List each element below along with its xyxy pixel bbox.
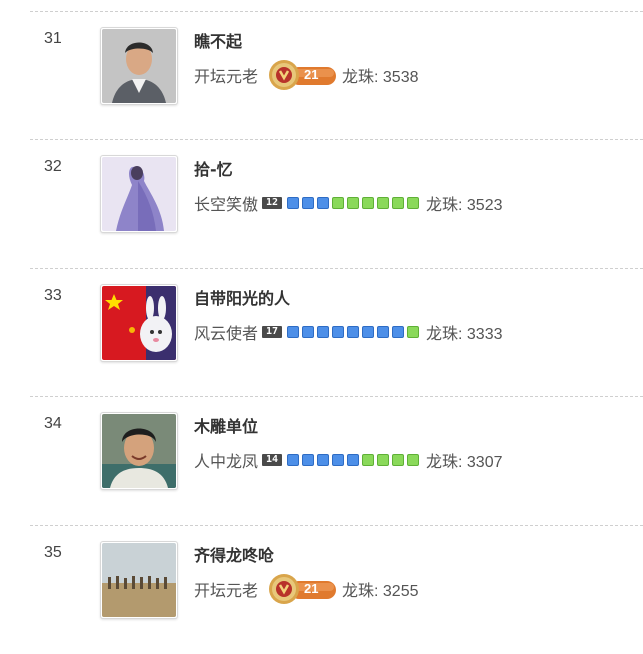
level-badge: 14 bbox=[262, 454, 283, 466]
user-name[interactable]: 木雕单位 bbox=[194, 413, 258, 437]
level-badge: 17 bbox=[262, 326, 283, 338]
list-item: 32 拾-忆 长空笑傲 12 龙珠: 3523 bbox=[30, 139, 643, 268]
pearl-count: 龙珠: 3255 bbox=[342, 583, 419, 600]
medal-level: 21 bbox=[304, 581, 319, 596]
user-title: 人中龙凤 bbox=[194, 452, 259, 471]
progress-block bbox=[392, 197, 405, 209]
progress-block bbox=[287, 454, 300, 466]
pearl-count: 龙珠: 3307 bbox=[426, 454, 503, 471]
rank-number: 31 bbox=[44, 30, 62, 47]
user-name[interactable]: 自带阳光的人 bbox=[194, 285, 290, 309]
rank-number: 32 bbox=[44, 158, 62, 175]
user-meta: 开坛元老 21 龙珠: 3255 bbox=[194, 574, 419, 604]
medal-badge-icon: 21 bbox=[266, 58, 338, 92]
avatar[interactable] bbox=[100, 541, 178, 619]
list-item: 31 瞧不起 开坛元老 21 龙珠: 3538 bbox=[30, 11, 643, 140]
progress-block bbox=[392, 326, 405, 338]
progress-block bbox=[377, 197, 390, 209]
user-meta: 开坛元老 21 龙珠: 3538 bbox=[194, 60, 419, 90]
avatar[interactable] bbox=[100, 412, 178, 490]
avatar-image bbox=[102, 286, 176, 360]
list-item: 34 木雕单位 人中龙凤 14 龙珠: 3307 bbox=[30, 396, 643, 525]
level-progress-blocks bbox=[287, 197, 422, 209]
progress-block bbox=[407, 454, 420, 466]
progress-block bbox=[287, 326, 300, 338]
leaderboard-list: 31 瞧不起 开坛元老 21 龙珠: 3538 32 拾-忆 长空笑傲 12 龙… bbox=[0, 0, 643, 643]
progress-block bbox=[407, 326, 420, 338]
avatar-image bbox=[102, 157, 176, 231]
progress-block bbox=[302, 454, 315, 466]
rank-number: 33 bbox=[44, 287, 62, 304]
avatar[interactable] bbox=[100, 27, 178, 105]
user-title: 风云使者 bbox=[194, 324, 259, 343]
avatar-image bbox=[102, 414, 176, 488]
progress-block bbox=[317, 197, 330, 209]
user-meta: 人中龙凤 14 龙珠: 3307 bbox=[194, 447, 503, 473]
progress-block bbox=[347, 326, 360, 338]
avatar[interactable] bbox=[100, 284, 178, 362]
user-meta: 长空笑傲 12 龙珠: 3523 bbox=[194, 190, 503, 216]
list-item: 33 自带阳光的人 风云使者 17 龙珠: 3333 bbox=[30, 268, 643, 397]
rank-number: 34 bbox=[44, 415, 62, 432]
user-meta: 风云使者 17 龙珠: 3333 bbox=[194, 319, 503, 345]
progress-block bbox=[317, 454, 330, 466]
progress-block bbox=[332, 454, 345, 466]
progress-block bbox=[392, 454, 405, 466]
level-badge: 12 bbox=[262, 197, 283, 209]
level-progress-blocks bbox=[287, 326, 422, 338]
progress-block bbox=[332, 197, 345, 209]
progress-block bbox=[377, 326, 390, 338]
avatar[interactable] bbox=[100, 155, 178, 233]
rank-number: 35 bbox=[44, 544, 62, 561]
pearl-count: 龙珠: 3538 bbox=[342, 69, 419, 86]
user-title: 长空笑傲 bbox=[194, 195, 259, 214]
progress-block bbox=[407, 197, 420, 209]
level-progress-blocks bbox=[287, 454, 422, 466]
progress-block bbox=[287, 197, 300, 209]
progress-block bbox=[332, 326, 345, 338]
progress-block bbox=[317, 326, 330, 338]
avatar-image bbox=[102, 29, 176, 103]
progress-block bbox=[377, 454, 390, 466]
list-item: 35 齐得龙咚呛 开坛元老 21 龙珠: 3255 bbox=[30, 525, 643, 654]
medal-badge-icon: 21 bbox=[266, 572, 338, 606]
user-name[interactable]: 瞧不起 bbox=[194, 28, 242, 52]
pearl-count: 龙珠: 3333 bbox=[426, 326, 503, 343]
progress-block bbox=[362, 197, 375, 209]
progress-block bbox=[347, 197, 360, 209]
progress-block bbox=[302, 197, 315, 209]
user-title: 开坛元老 bbox=[194, 581, 259, 600]
user-name[interactable]: 拾-忆 bbox=[194, 156, 233, 180]
user-name[interactable]: 齐得龙咚呛 bbox=[194, 542, 274, 566]
progress-block bbox=[362, 454, 375, 466]
avatar-image bbox=[102, 543, 176, 617]
progress-block bbox=[347, 454, 360, 466]
medal-level: 21 bbox=[304, 67, 319, 82]
pearl-count: 龙珠: 3523 bbox=[426, 197, 503, 214]
progress-block bbox=[302, 326, 315, 338]
progress-block bbox=[362, 326, 375, 338]
user-title: 开坛元老 bbox=[194, 67, 259, 86]
